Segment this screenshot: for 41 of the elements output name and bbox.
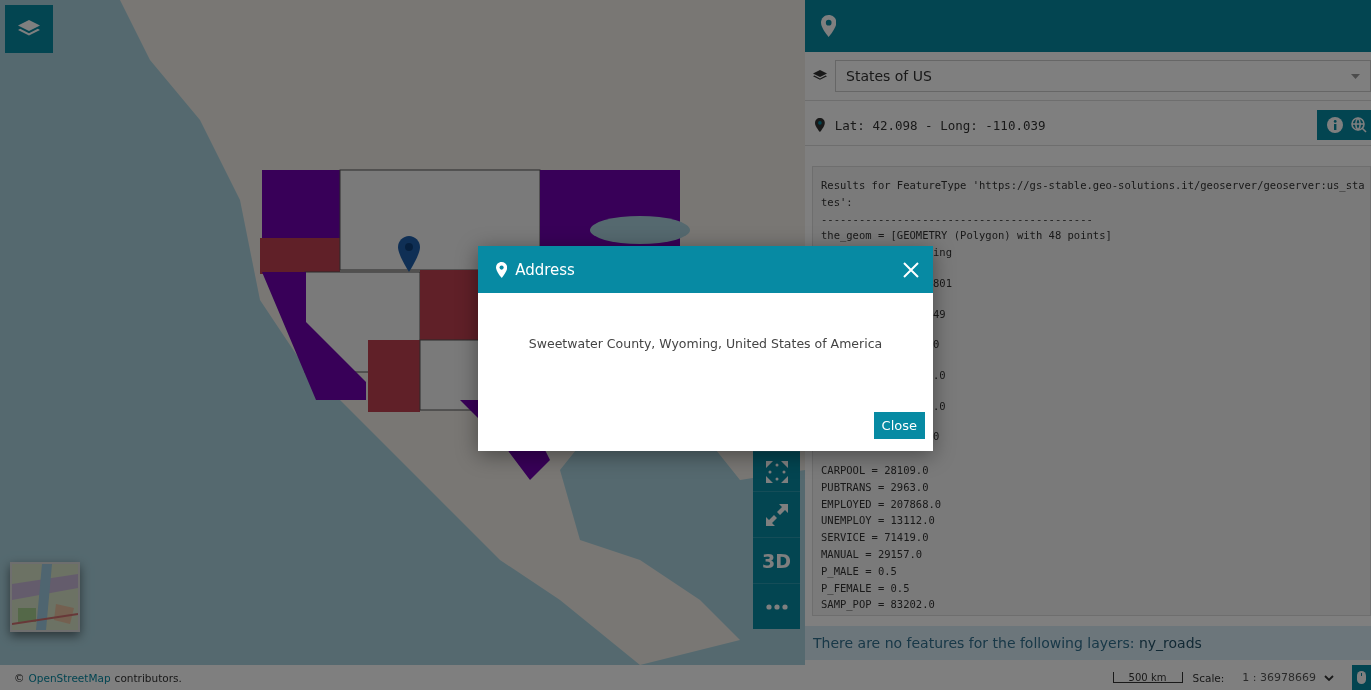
result-line: Results for FeatureType 'https://gs-stable.geo-solutions.it/geoserver/geoserver:us_states': xyxy=(821,178,1365,210)
result-line: .0 xyxy=(933,398,947,414)
mouse-position-button[interactable] xyxy=(1352,665,1371,690)
result-line: ing xyxy=(933,245,953,261)
layer-select[interactable]: States of US xyxy=(835,60,1371,92)
pin-icon xyxy=(821,15,837,37)
info-icon xyxy=(1327,117,1343,133)
layers-icon xyxy=(813,70,827,82)
close-dialog-button[interactable]: Close xyxy=(873,412,925,439)
no-features-notice: There are no features for the following layers: ny_roads xyxy=(805,626,1371,660)
result-line: CARPOOL = 28109.0 xyxy=(821,463,930,478)
result-line: 0 xyxy=(933,429,941,445)
globe-search-icon xyxy=(1351,117,1367,133)
result-line: EMPLOYED = 207868.0 xyxy=(821,496,943,512)
info-button[interactable] xyxy=(1327,117,1343,133)
result-line: ------------------------------------------- xyxy=(821,211,1094,227)
result-line: UNEMPLOY = 13112.0 xyxy=(821,513,936,529)
copyright-text: © xyxy=(14,671,25,684)
globe-search-button[interactable] xyxy=(1351,117,1367,133)
mouse-icon xyxy=(1357,671,1366,684)
caret-icon xyxy=(1351,73,1360,79)
scale-label: Scale: xyxy=(1192,671,1225,684)
pin-icon xyxy=(815,118,825,132)
attribution-text: contributors. xyxy=(114,671,182,684)
chevron-icon xyxy=(1324,674,1334,681)
result-line: SAMP_POP = 83202.0 xyxy=(821,597,936,613)
result-line: P_MALE = 0.5 xyxy=(821,563,898,580)
result-line: MANUAL = 29157.0 xyxy=(821,546,924,562)
result-line: 0 xyxy=(933,337,941,353)
coordinates-text: Lat: 42.098 - Long: -110.039 xyxy=(834,117,1047,133)
scale-bar: 500 km xyxy=(1112,672,1183,683)
result-line: 801 xyxy=(933,275,953,291)
result-line: the_geom = [GEOMETRY (Polygon) with 48 points] xyxy=(821,228,1113,244)
result-line: SERVICE = 71419.0 xyxy=(821,530,930,546)
close-icon xyxy=(903,261,919,278)
result-line: PUBTRANS = 2963.0 xyxy=(821,479,930,495)
result-line: 49 xyxy=(933,306,947,322)
close-button[interactable] xyxy=(903,261,919,278)
openstreetmap-link[interactable]: OpenStreetMap xyxy=(28,671,111,684)
result-line: .0 xyxy=(933,367,947,383)
result-line: P_FEMALE = 0.5 xyxy=(821,580,911,597)
